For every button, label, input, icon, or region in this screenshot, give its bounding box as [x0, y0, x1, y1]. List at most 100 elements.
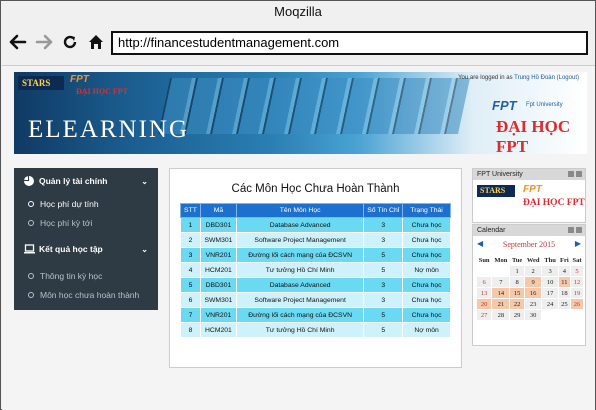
calendar-day[interactable]: 17 [542, 288, 558, 298]
sidebar-section-results[interactable]: Kết quả học tập ⌄ [14, 236, 158, 262]
table-cell: HCM201 [199, 262, 237, 278]
home-icon[interactable] [85, 31, 107, 53]
dai-hoc-fpt-small: ĐẠI HỌC FPT [76, 87, 128, 96]
courses-table-body: 1 DBD301 Database Advanced 3 Chưa học 2 SWM301… [180, 217, 451, 338]
calendar-day[interactable]: 19 [571, 288, 583, 298]
column-header: Trạng Thái [402, 203, 451, 218]
table-cell: VNR201 [199, 247, 237, 263]
settings-icon[interactable] [576, 227, 582, 233]
calendar-day[interactable]: 3 [542, 266, 558, 276]
calendar-weekday: Sat [572, 256, 582, 264]
calendar-month-label: September 2015 [502, 240, 556, 249]
table-row: 6 SWM301 Software Project Management 3 Chưa … [180, 292, 451, 308]
calendar-empty-cell [477, 266, 491, 276]
sidebar-item-mon-hoc-chua-hoan-thanh[interactable]: Môn học chưa hoàn thành [14, 285, 158, 304]
fpt-university-label: Fpt University [526, 102, 563, 108]
back-arrow-icon[interactable] [7, 31, 29, 53]
table-cell: 5 [363, 322, 404, 338]
block-title-text: FPT University [477, 171, 523, 178]
sidebar-section-label: Kết quả học tập [39, 244, 103, 254]
table-cell: 2 [180, 232, 201, 248]
sidebar-item-label: Thông tin kỳ học [40, 270, 103, 281]
table-cell: 3 [363, 277, 404, 293]
next-month-icon[interactable]: ▶ [575, 239, 581, 248]
forward-arrow-icon[interactable] [33, 31, 55, 53]
calendar-weekday: Thu [544, 256, 556, 264]
stars-logo: STARS [18, 76, 64, 90]
calendar-week: 20 21 22 23 24 25 26 [477, 299, 583, 309]
table-cell: 6 [180, 292, 201, 308]
table-cell: SWM301 [199, 292, 237, 308]
sidebar-section-label: Quản lý tài chính [39, 176, 108, 186]
calendar-day[interactable]: 5 [571, 266, 583, 276]
calendar-day[interactable]: 11 [558, 277, 571, 287]
calendar-empty-cell [542, 310, 557, 320]
stars-logo: STARS [477, 185, 515, 197]
table-cell: Database Advanced [235, 277, 365, 293]
calendar-day[interactable]: 1 [510, 266, 524, 276]
address-bar[interactable]: http://financestudentmanagement.com [111, 31, 588, 55]
calendar-day[interactable]: 21 [492, 299, 510, 309]
table-cell: Software Project Management [235, 292, 365, 308]
calendar-day[interactable]: 4 [558, 266, 571, 276]
calendar-week: 27 28 29 30 [477, 310, 583, 320]
calendar-day[interactable]: 15 [510, 288, 524, 298]
calendar-day[interactable]: 13 [477, 288, 492, 298]
table-header-row: STT Mã Tên Môn Học Số Tín Chỉ Trạng Thái [180, 203, 451, 218]
calendar-empty-cell [492, 266, 509, 276]
logged-in-label: You are logged in as [458, 75, 513, 81]
logged-in-user-link[interactable]: Trung Hồ Đoàn (Logout) [514, 75, 579, 81]
column-header: Mã [199, 203, 237, 218]
sidebar-section-finance[interactable]: Quản lý tài chính ⌄ [14, 168, 158, 194]
calendar-day[interactable]: 14 [492, 288, 510, 298]
calendar-day[interactable]: 9 [524, 277, 542, 287]
calendar-day[interactable]: 25 [558, 299, 571, 309]
calendar-weekday: Fri [560, 256, 569, 264]
calendar-day[interactable]: 2 [524, 266, 542, 276]
table-cell: 8 [180, 322, 201, 338]
table-cell: 1 [180, 217, 201, 233]
calendar-day[interactable]: 27 [477, 310, 492, 320]
table-cell: DBD301 [199, 277, 237, 293]
table-cell: Đường lối cách mạng của ĐCSVN [235, 307, 365, 323]
logged-in-info: You are logged in as Trung Hồ Đoàn (Logo… [458, 75, 579, 81]
calendar-day[interactable]: 16 [524, 288, 542, 298]
sidebar-item-thong-tin-ky-hoc[interactable]: Thông tin kỳ học [14, 266, 158, 285]
block-controls [568, 227, 582, 233]
minimize-icon[interactable] [568, 171, 574, 177]
calendar-day[interactable]: 22 [510, 299, 524, 309]
calendar-day[interactable]: 28 [492, 310, 510, 320]
calendar-day[interactable]: 8 [510, 277, 524, 287]
calendar-weekday: Sun [478, 256, 490, 264]
dai-hoc-fpt-big: ĐẠI HỌC FPT [496, 117, 571, 154]
calendar-day[interactable]: 30 [524, 310, 542, 320]
calendar-day[interactable]: 10 [542, 277, 558, 287]
calendar-day[interactable]: 26 [571, 299, 583, 309]
calendar-day[interactable]: 24 [542, 299, 558, 309]
settings-icon[interactable] [576, 171, 582, 177]
table-cell: Software Project Management [235, 232, 365, 248]
calendar-day[interactable]: 7 [492, 277, 510, 287]
calendar-day[interactable]: 18 [558, 288, 571, 298]
table-cell: 3 [363, 292, 404, 308]
sidebar-item-hoc-phi-du-tinh[interactable]: Học phí dự tính [14, 194, 158, 213]
table-cell: Database Advanced [235, 217, 365, 233]
minimize-icon[interactable] [568, 227, 574, 233]
calendar-day[interactable]: 23 [524, 299, 542, 309]
table-cell: Chưa học [402, 217, 451, 233]
calendar-weekday: Mon [494, 256, 508, 264]
calendar-day[interactable]: 20 [477, 299, 492, 309]
table-cell: Tư tưởng Hồ Chí Minh [235, 322, 365, 338]
calendar-day[interactable]: 6 [477, 277, 492, 287]
table-cell: Nợ môn [402, 262, 451, 278]
table-cell: Nợ môn [402, 322, 451, 338]
calendar-day[interactable]: 29 [510, 310, 524, 320]
sidebar-item-hoc-phi-ky-toi[interactable]: Học phí kỳ tới [14, 213, 158, 232]
chevron-down-icon: ⌄ [141, 176, 148, 186]
reload-icon[interactable] [59, 31, 81, 53]
calendar-weekday: Tue [511, 256, 523, 264]
block-title-text: Calendar [477, 227, 506, 234]
calendar-day[interactable]: 12 [571, 277, 583, 287]
column-header: STT [180, 203, 201, 218]
page-viewport: STARS FPT ĐẠI HỌC FPT ELEARNING You are … [2, 65, 595, 410]
